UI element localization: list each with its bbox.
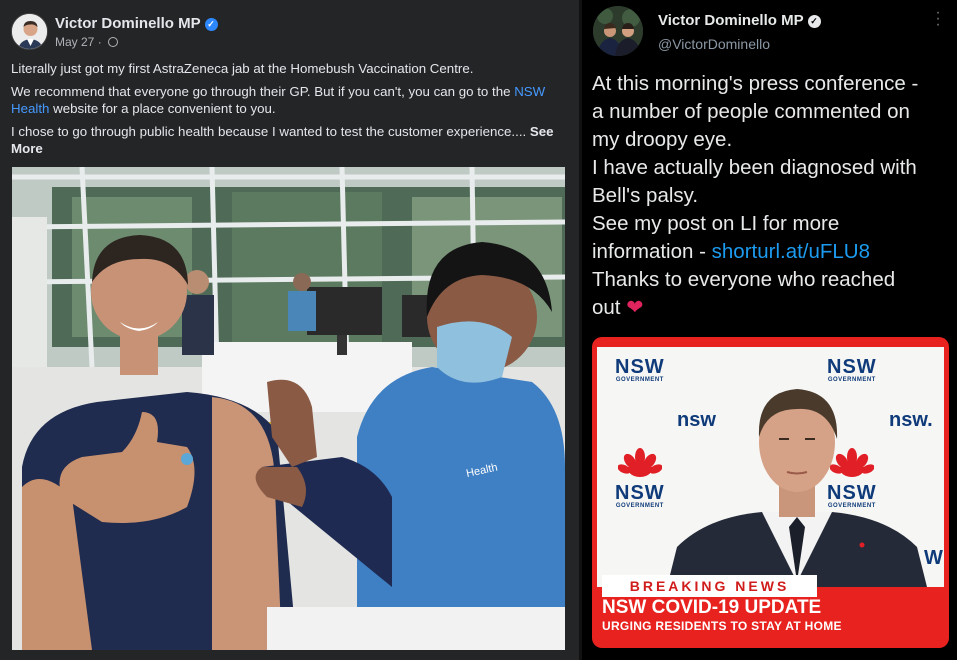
post-date[interactable]: May 27 <box>55 35 94 49</box>
post-paragraph: I chose to go through public health beca… <box>11 124 554 156</box>
news-ticker: NSW COVID-19 UPDATE URGING RESIDENTS TO … <box>602 597 942 633</box>
twitter-post: Victor Dominello MP ✓ @VictorDominello · ·… <box>582 0 957 660</box>
news-headline: NSW COVID-19 UPDATE <box>602 597 822 618</box>
author-avatar[interactable] <box>11 13 48 50</box>
nsw-government-logo: NSW GOVERNMENT <box>615 356 665 383</box>
globe-icon <box>108 37 119 47</box>
waratah-icon <box>617 448 662 477</box>
author-name[interactable]: Victor Dominello MP ✓ <box>55 15 218 32</box>
nsw-government-logo: NSW GOVERNMENT <box>615 447 665 510</box>
breaking-news-label: BREAKING NEWS <box>602 575 817 597</box>
news-subline: URGING RESIDENTS TO STAY AT HOME <box>602 619 842 633</box>
more-vertical-icon[interactable]: · · · <box>935 5 941 33</box>
vaccination-photo: Health <box>12 167 565 650</box>
post-photo[interactable]: Health <box>12 167 565 650</box>
facebook-post: Victor Dominello MP ✓ May 27 · Literally … <box>0 0 579 660</box>
shorturl-link[interactable]: shorturl.at/uFLU8 <box>712 240 870 263</box>
post-body: Literally just got my first AstraZeneca … <box>11 60 571 163</box>
tweet-media[interactable]: NSW GOVERNMENT NSW GOVERNMENT nsw nsw. N… <box>592 337 949 648</box>
post-meta: May 27 · <box>55 35 119 49</box>
author-name[interactable]: Victor Dominello MP ✓ <box>658 12 821 29</box>
verified-badge-icon: ✓ <box>807 15 821 28</box>
verified-badge-icon: ✓ <box>204 18 218 31</box>
speaker-figure <box>667 389 927 587</box>
post-paragraph: Literally just got my first AstraZeneca … <box>11 61 474 76</box>
author-avatar[interactable] <box>593 6 643 56</box>
tweet-text: At this morning's press conference - a n… <box>592 72 919 319</box>
author-handle[interactable]: @VictorDominello <box>658 36 770 52</box>
news-broadcast-frame: NSW GOVERNMENT NSW GOVERNMENT nsw nsw. N… <box>597 347 944 587</box>
post-paragraph: We recommend that everyone go through th… <box>11 84 546 116</box>
heart-icon: ❤ <box>626 296 644 319</box>
